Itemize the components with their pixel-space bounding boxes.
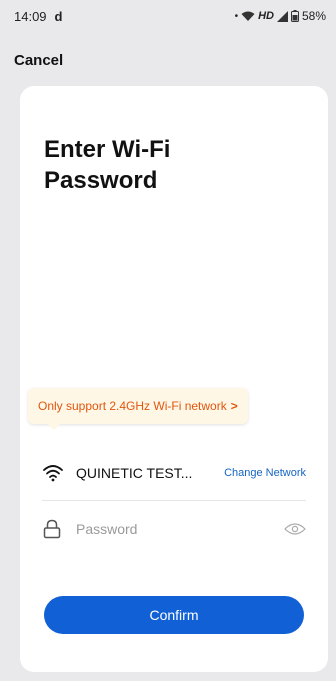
status-right: • HD 58% [235, 9, 326, 23]
eye-icon[interactable] [284, 522, 306, 536]
status-time: 14:09 [14, 8, 47, 24]
battery-icon [290, 10, 299, 22]
battery-percent: 58% [301, 9, 326, 23]
network-type-label: HD [258, 10, 274, 22]
password-input[interactable] [76, 521, 284, 537]
status-app-icon: d [54, 8, 63, 24]
cell-signal-icon [276, 10, 288, 22]
wifi-icon [43, 465, 63, 482]
network-ssid: QUINETIC TEST... [76, 465, 193, 481]
field-divider [42, 500, 306, 501]
tooltip-text: Only support 2.4GHz Wi-Fi network [38, 399, 227, 413]
password-row [42, 514, 306, 544]
change-network-link[interactable]: Change Network [224, 467, 306, 479]
notification-dot-icon: • [234, 10, 239, 22]
chevron-right-icon: > [230, 399, 238, 413]
network-row: QUINETIC TEST... Change Network [42, 456, 306, 490]
wifi-card: Enter Wi-Fi Password Only support 2.4GHz… [20, 86, 328, 672]
confirm-button[interactable]: Confirm [44, 596, 304, 634]
wifi-status-icon [241, 11, 255, 21]
status-bar: 14:09 d • HD 58% [0, 0, 336, 32]
nav-bar: Cancel [0, 46, 336, 74]
lock-icon [43, 519, 61, 539]
cancel-button[interactable]: Cancel [14, 52, 63, 69]
page-title: Enter Wi-Fi Password [44, 136, 171, 194]
frequency-tooltip[interactable]: Only support 2.4GHz Wi-Fi network > [28, 388, 248, 430]
status-left: 14:09 d [14, 9, 63, 24]
